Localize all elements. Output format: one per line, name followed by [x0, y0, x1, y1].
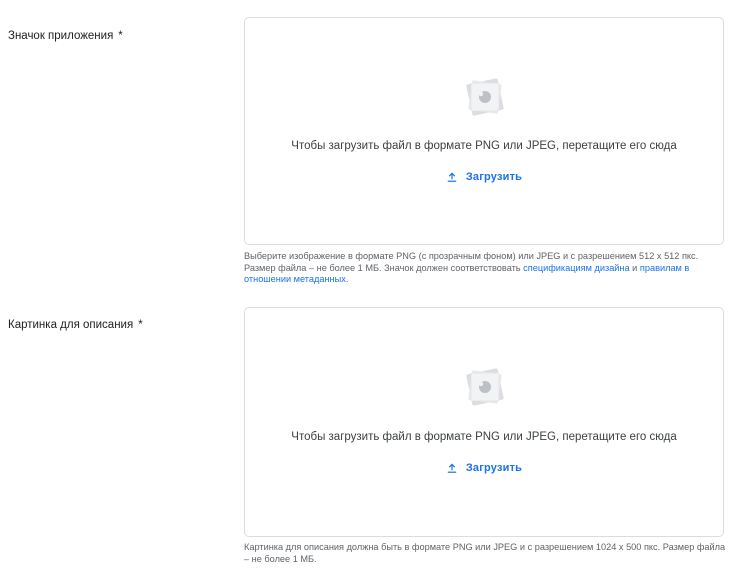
required-asterisk: *: [118, 30, 123, 42]
app-icon-upload-button[interactable]: Загрузить: [245, 171, 723, 183]
feature-graphic-label-text: Картинка для описания: [8, 319, 134, 331]
app-icon-drop-text: Чтобы загрузить файл в формате PNG или J…: [291, 140, 677, 152]
app-icon-label-text: Значок приложения: [8, 30, 114, 42]
app-icon-label: Значок приложения *: [8, 30, 123, 42]
image-stack-icon: [466, 368, 504, 406]
app-icon-hint: Выберите изображение в формате PNG (с пр…: [244, 251, 728, 286]
app-icon-hint-join: и: [629, 262, 640, 273]
feature-graphic-drop-text: Чтобы загрузить файл в формате PNG или J…: [291, 431, 677, 443]
upload-icon: [447, 463, 457, 473]
feature-graphic-hint: Картинка для описания должна быть в форм…: [244, 542, 728, 565]
image-stack-icon: [466, 78, 504, 116]
app-icon-upload-label: Загрузить: [465, 171, 523, 183]
app-icon-hint-end: .: [345, 274, 349, 284]
feature-graphic-hint-text: Картинка для описания должна быть в форм…: [244, 542, 726, 564]
app-icon-dropzone[interactable]: Чтобы загрузить файл в формате PNG или J…: [244, 17, 724, 245]
upload-icon: [447, 172, 457, 182]
feature-graphic-upload-button[interactable]: Загрузить: [245, 462, 723, 474]
feature-graphic-label: Картинка для описания *: [8, 319, 143, 331]
required-asterisk: *: [138, 319, 143, 331]
feature-graphic-dropzone[interactable]: Чтобы загрузить файл в формате PNG или J…: [244, 307, 724, 537]
design-specs-link[interactable]: спецификациям дизайна: [523, 263, 629, 273]
feature-graphic-upload-label: Загрузить: [465, 462, 523, 474]
